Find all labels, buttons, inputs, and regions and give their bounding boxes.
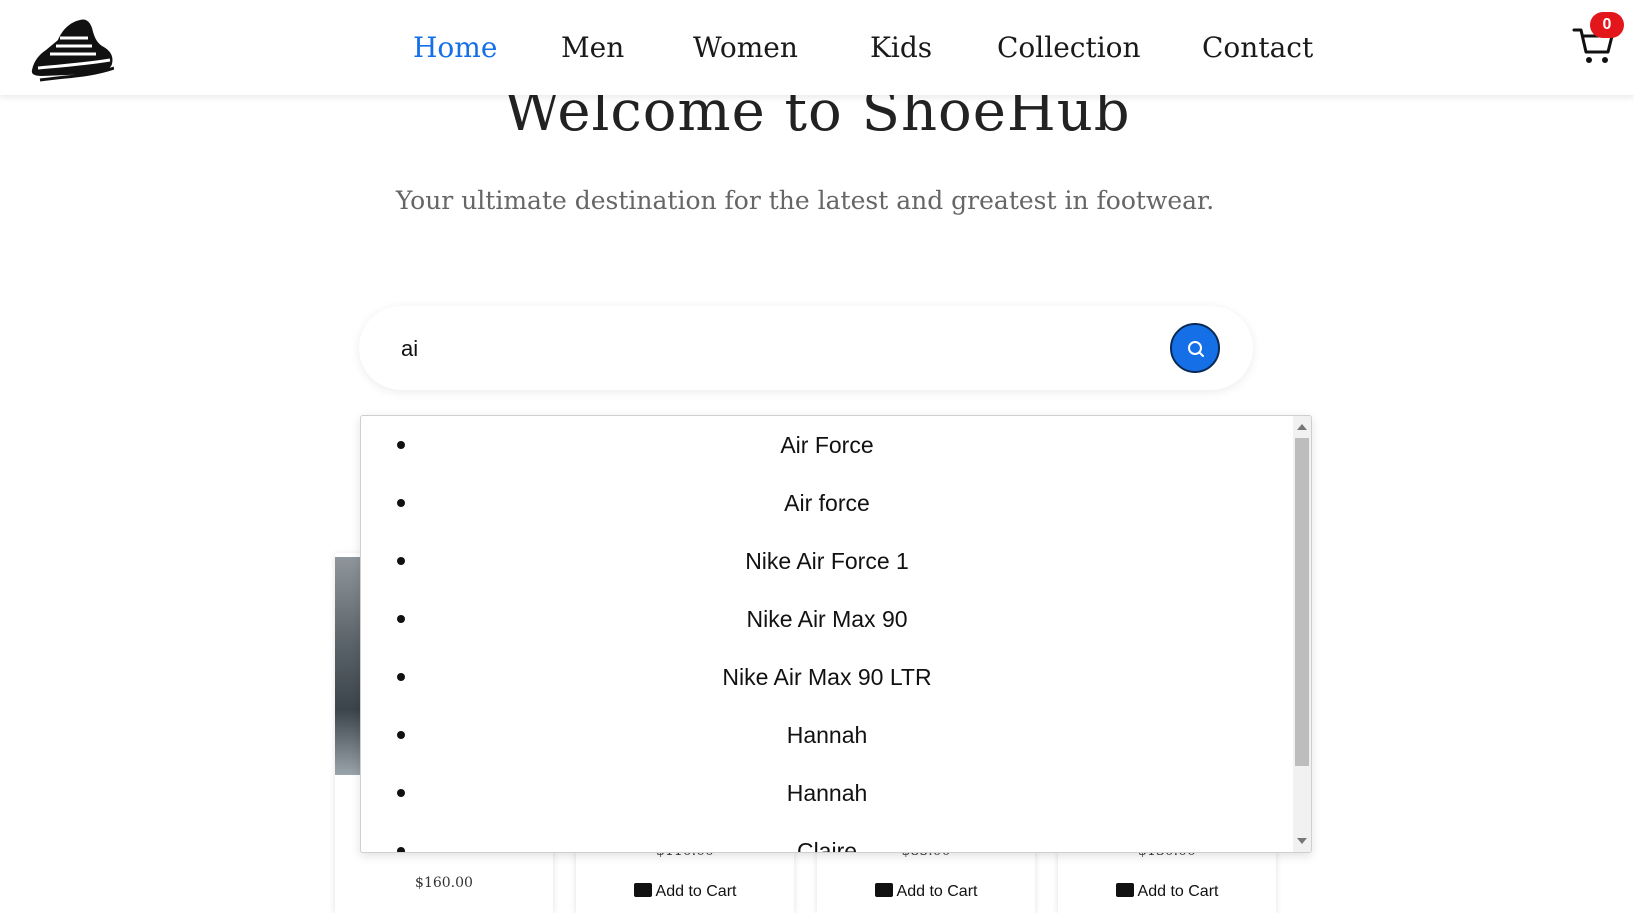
product-price: $160.00 [415, 875, 473, 891]
suggestion-label: Air Force [780, 432, 874, 458]
scroll-up-arrow-icon[interactable] [1297, 424, 1307, 430]
site-header: Home Men Women Kids Collection Contact 0 [0, 0, 1634, 95]
suggestion-item[interactable]: Hannah [361, 706, 1293, 764]
suggestion-label: Nike Air Force 1 [745, 548, 909, 574]
search-input[interactable] [399, 326, 1163, 372]
dropdown-scrollbar[interactable] [1293, 416, 1311, 852]
add-to-cart-label: Add to Cart [655, 883, 737, 900]
bullet-icon [397, 615, 405, 623]
scroll-down-arrow-icon[interactable] [1297, 838, 1307, 844]
suggestion-item[interactable]: Nike Air Max 90 [361, 590, 1293, 648]
bullet-icon [397, 789, 405, 797]
bullet-icon [397, 731, 405, 739]
suggestion-item[interactable]: Air Force [361, 416, 1293, 474]
nav-home[interactable]: Home [413, 28, 497, 68]
suggestion-label: Air force [784, 490, 870, 516]
suggestion-label: Nike Air Max 90 LTR [722, 664, 932, 690]
add-to-cart-button[interactable]: Add to Cart [576, 883, 794, 901]
nav-women[interactable]: Women [693, 28, 798, 68]
suggestion-item[interactable]: Nike Air Force 1 [361, 532, 1293, 590]
add-to-cart-label: Add to Cart [1137, 883, 1219, 900]
bullet-icon [397, 499, 405, 507]
suggestion-label: Hannah [786, 780, 868, 806]
bullet-icon [397, 441, 405, 449]
nav-contact[interactable]: Contact [1202, 28, 1313, 68]
scrollbar-thumb[interactable] [1295, 438, 1309, 766]
nav-kids[interactable]: Kids [870, 28, 932, 68]
bullet-icon [397, 847, 405, 852]
add-to-cart-button[interactable]: Add to Cart [817, 883, 1035, 901]
suggestion-item[interactable]: Air force [361, 474, 1293, 532]
suggestion-item[interactable]: Hannah [361, 764, 1293, 822]
add-to-cart-button[interactable]: Add to Cart [1058, 883, 1276, 901]
search-button[interactable] [1170, 323, 1220, 373]
add-to-cart-label: Add to Cart [896, 883, 978, 900]
nav-men[interactable]: Men [561, 28, 624, 68]
hero-subtitle: Your ultimate destination for the latest… [395, 186, 1215, 215]
search-bar [359, 306, 1253, 390]
product-image [335, 557, 361, 775]
search-icon [1188, 341, 1204, 357]
cart-count-badge: 0 [1590, 12, 1624, 38]
bullet-icon [397, 673, 405, 681]
suggestion-label: Nike Air Max 90 [746, 606, 908, 632]
suggestion-list: Air Force Air force Nike Air Force 1 Nik… [361, 416, 1293, 853]
main-nav: Home Men Women Kids Collection Contact [0, 28, 1634, 68]
nav-collection[interactable]: Collection [997, 28, 1141, 68]
search-suggestions-dropdown: Air Force Air force Nike Air Force 1 Nik… [360, 415, 1312, 853]
suggestion-label: Hannah [786, 722, 868, 748]
suggestion-item[interactable]: Claire [361, 822, 1293, 853]
suggestion-item[interactable]: Nike Air Max 90 LTR [361, 648, 1293, 706]
bullet-icon [397, 557, 405, 565]
suggestion-label: Claire [796, 838, 858, 853]
